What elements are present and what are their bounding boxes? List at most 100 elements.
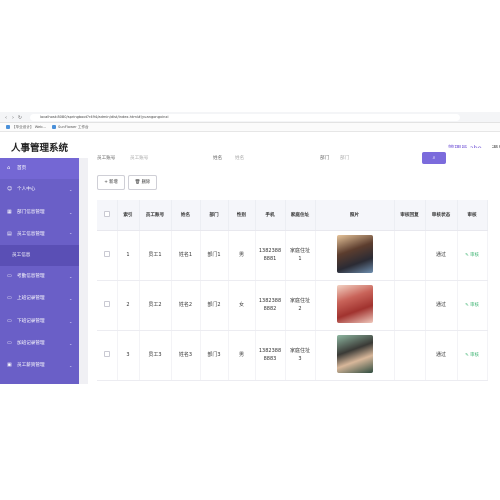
index-cell: 1 (117, 230, 140, 281)
column-header[interactable]: 审核状态 (425, 200, 458, 231)
name-cell: 姓名2 (171, 280, 201, 331)
row-select-cell[interactable] (97, 230, 118, 281)
sidebar-item-staff[interactable]: ▤ 员工信息管理 ⌃ (0, 224, 79, 245)
search-input-name[interactable]: 姓名 (235, 155, 244, 161)
account-cell: 员工1 (139, 230, 172, 281)
chevron-down-icon: ⌄ (69, 274, 73, 279)
sidebar-item-home[interactable]: ⌂ 首页 (0, 158, 79, 179)
column-header[interactable]: 员工账号 (139, 200, 172, 231)
chevron-down-icon: ⌄ (69, 341, 73, 346)
index-cell: 2 (117, 280, 140, 331)
employee-photo (336, 234, 373, 273)
chevron-up-icon: ⌃ (69, 232, 73, 237)
bookmark-item[interactable]: SunFlower 工作台 (52, 125, 89, 130)
review-button[interactable]: ✎ 审核 (465, 303, 479, 308)
table-row[interactable]: 3 员工3 姓名3 部门3 男 13823888883 家庭住址3 通过 ✎ 审… (97, 330, 488, 381)
table-row[interactable]: 1 员工1 姓名1 部门1 男 13823888881 家庭住址1 通过 ✎ 审… (97, 230, 488, 281)
table-header-row: 索引 员工账号 姓名 部门 性别 手机 家庭住址 照片 审核回复 审核状态 审核 (97, 200, 488, 231)
row-select-cell[interactable] (97, 280, 118, 331)
add-button[interactable]: + 新增 (97, 175, 125, 190)
review-cell: ✎ 审核 (457, 280, 488, 331)
phone-cell: 13823888883 (255, 330, 286, 381)
sidebar-item-salary[interactable]: ▣ 员工薪资管理 ⌄ (0, 355, 79, 376)
chevron-down-icon: ⌄ (69, 296, 73, 301)
sidebar-item-checkin[interactable]: ▭ 上班记录管理 ⌄ (0, 288, 79, 309)
review-button[interactable]: ✎ 审核 (465, 353, 479, 358)
content-gutter (79, 158, 88, 384)
back-icon[interactable]: ‹ (3, 115, 9, 121)
row-checkbox[interactable] (103, 250, 110, 257)
user-icon: ☺ (7, 186, 13, 192)
photo-cell (315, 330, 395, 381)
chevron-down-icon: ⌄ (69, 187, 73, 192)
sidebar-item-attendance[interactable]: ▭ 考勤信息管理 ⌄ (0, 266, 79, 287)
calendar-icon: ▭ (7, 273, 12, 279)
search-form: 员工账号 员工账号 姓名 姓名 部门 部门 ⌕ (88, 152, 500, 166)
review-cell: ✎ 审核 (457, 330, 488, 381)
search-label-name: 姓名 (213, 156, 223, 161)
photo-cell (315, 230, 395, 281)
status-cell: 通过 (425, 330, 458, 381)
sidebar: ⌂ 首页 ☺ 个人中心 ⌄ ▦ 部门信息管理 ⌄ ▤ 员工信息管理 ⌃ 员工信息… (0, 158, 79, 384)
clock-icon: ▭ (7, 318, 12, 324)
search-input-dept[interactable]: 部门 (340, 155, 349, 161)
review-cell: ✎ 审核 (457, 230, 488, 281)
dept-icon: ▦ (7, 209, 12, 215)
home-icon: ⌂ (7, 165, 11, 171)
column-header[interactable]: 手机 (255, 200, 286, 231)
column-header[interactable]: 姓名 (171, 200, 201, 231)
sidebar-item-dept[interactable]: ▦ 部门信息管理 ⌄ (0, 202, 79, 223)
search-button[interactable]: ⌕ (422, 152, 446, 164)
review-button[interactable]: ✎ 审核 (465, 253, 479, 258)
sidebar-item-overtime[interactable]: ▭ 加班记录管理 ⌄ (0, 333, 79, 354)
table-row[interactable]: 2 员工2 姓名2 部门2 女 13823888882 家庭住址2 通过 ✎ 审… (97, 280, 488, 331)
browser-toolbar: ‹ › ↻ localhost:8080/springboot?r494/adm… (0, 112, 500, 123)
staff-icon: ▤ (7, 231, 12, 237)
name-cell: 姓名3 (171, 330, 201, 381)
column-header: 索引 (117, 200, 140, 231)
select-all-cell[interactable] (97, 200, 118, 231)
gender-cell: 男 (228, 330, 256, 381)
search-label-account: 员工账号 (97, 156, 116, 161)
row-select-cell[interactable] (97, 330, 118, 381)
column-header[interactable]: 家庭住址 (285, 200, 316, 231)
search-label-dept: 部门 (320, 156, 330, 161)
row-checkbox[interactable] (103, 350, 110, 357)
row-checkbox[interactable] (103, 300, 110, 307)
search-input-account[interactable]: 员工账号 (130, 155, 148, 161)
dept-cell: 部门2 (200, 280, 229, 331)
account-cell: 员工2 (139, 280, 172, 331)
column-header[interactable]: 部门 (200, 200, 229, 231)
select-all-checkbox[interactable] (103, 210, 110, 217)
address-cell: 家庭住址1 (285, 230, 316, 281)
reply-cell (394, 280, 426, 331)
delete-button[interactable]: 🗑 删除 (128, 175, 157, 190)
sidebar-item-checkout[interactable]: ▭ 下班记录管理 ⌄ (0, 311, 79, 332)
overtime-icon: ▭ (7, 340, 12, 346)
sidebar-item-staff-info[interactable]: 员工信息 (0, 245, 79, 266)
forward-icon[interactable]: › (10, 115, 16, 121)
column-header[interactable]: 性别 (228, 200, 256, 231)
reload-icon[interactable]: ↻ (17, 115, 23, 121)
name-cell: 姓名1 (171, 230, 201, 281)
address-bar[interactable]: localhost:8080/springboot?r494/admin/dis… (30, 114, 460, 121)
reply-cell (394, 330, 426, 381)
column-header: 照片 (315, 200, 395, 231)
bookmarks-bar: 【毕业设计】 Web... SunFlower 工作台 (0, 123, 500, 132)
employee-photo (336, 334, 373, 373)
status-cell: 通过 (425, 230, 458, 281)
bookmark-item[interactable]: 【毕业设计】 Web... (6, 125, 46, 130)
gender-cell: 男 (228, 230, 256, 281)
dept-cell: 部门3 (200, 330, 229, 381)
main-content: 员工账号 员工账号 姓名 姓名 部门 部门 ⌕ + 新增 🗑 删除 索引 员工账… (88, 148, 500, 384)
chevron-down-icon: ⌄ (69, 210, 73, 215)
column-header[interactable]: 审核回复 (394, 200, 426, 231)
chevron-down-icon: ⌄ (69, 363, 73, 368)
address-cell: 家庭住址2 (285, 280, 316, 331)
status-cell: 通过 (425, 280, 458, 331)
chevron-down-icon: ⌄ (69, 319, 73, 324)
app-title: 人事管理系统 (11, 143, 69, 154)
dept-cell: 部门1 (200, 230, 229, 281)
salary-icon: ▣ (7, 362, 12, 368)
sidebar-item-personal[interactable]: ☺ 个人中心 ⌄ (0, 179, 79, 200)
